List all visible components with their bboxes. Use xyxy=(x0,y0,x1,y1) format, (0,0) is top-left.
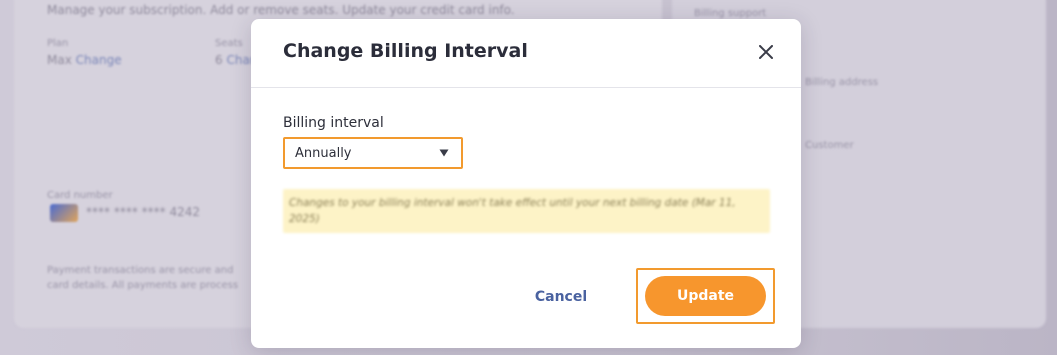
select-display[interactable]: Annually xyxy=(285,139,461,167)
caret-down-icon xyxy=(439,149,449,157)
billing-interval-label: Billing interval xyxy=(283,115,384,131)
billing-change-notice: Changes to your billing interval won't t… xyxy=(283,189,770,233)
customer-link[interactable]: Customer xyxy=(805,140,854,151)
plan-label: Plan xyxy=(47,38,69,49)
update-button[interactable]: Update xyxy=(645,276,766,316)
billing-address-text: Billing address xyxy=(805,77,879,88)
plan-value-text: Max xyxy=(47,53,72,67)
billing-support-heading: Billing support xyxy=(694,8,767,19)
billing-interval-select[interactable]: Annually xyxy=(283,137,463,169)
update-button-highlight: Update xyxy=(636,268,775,324)
card-number-value: **** **** **** 4242 xyxy=(86,205,200,219)
cancel-button[interactable]: Cancel xyxy=(521,283,601,311)
card-number-label: Card number xyxy=(47,190,113,201)
change-billing-interval-dialog: Change Billing Interval Billing interval… xyxy=(251,19,801,348)
plan-value: Max Change xyxy=(47,53,122,67)
dialog-title: Change Billing Interval xyxy=(283,40,528,62)
close-button[interactable] xyxy=(753,39,779,65)
dialog-header: Change Billing Interval xyxy=(251,19,801,88)
credit-card-icon xyxy=(50,204,78,222)
seats-label: Seats xyxy=(215,38,243,49)
seats-value-text: 6 xyxy=(215,53,223,67)
close-icon xyxy=(759,45,773,59)
subscription-subtitle: Manage your subscription. Add or remove … xyxy=(47,3,515,17)
security-note-line1: Payment transactions are secure and xyxy=(47,265,234,276)
plan-change-link[interactable]: Change xyxy=(76,53,122,67)
security-note-line2: card details. All payments are process xyxy=(47,280,239,291)
selected-interval-value: Annually xyxy=(295,145,352,161)
